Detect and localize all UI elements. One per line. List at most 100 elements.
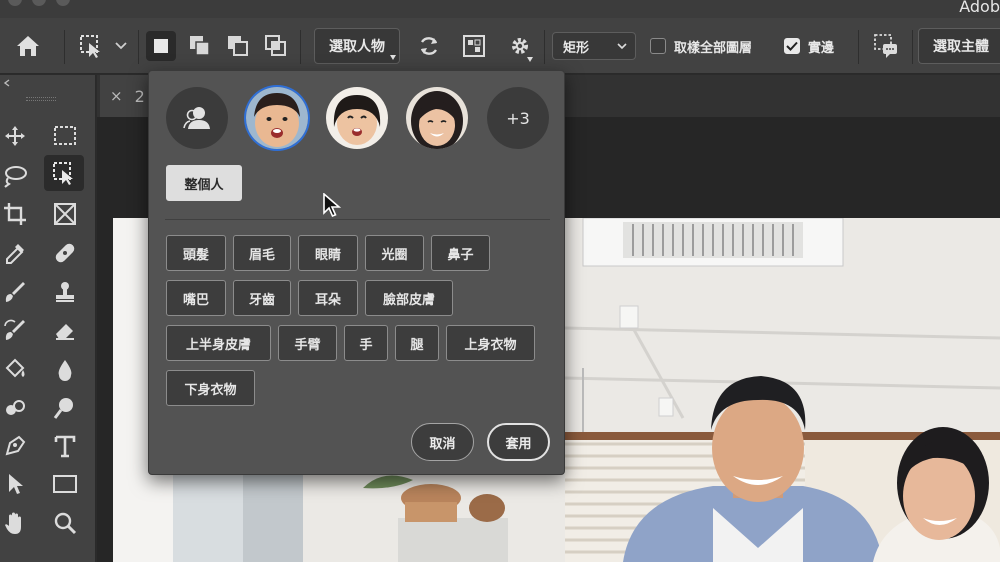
part-lower-clothing-button[interactable]: 下身衣物 xyxy=(166,370,255,406)
healing-brush-tool[interactable] xyxy=(50,238,80,268)
part-label: 眼睛 xyxy=(314,247,341,263)
home-icon xyxy=(17,36,39,56)
part-eyebrows-button[interactable]: 眉毛 xyxy=(233,235,291,271)
drop-icon xyxy=(58,360,72,381)
person-avatar-boy[interactable] xyxy=(246,87,308,149)
all-people-avatar[interactable] xyxy=(166,87,228,149)
part-hands-button[interactable]: 手 xyxy=(344,325,388,361)
collapse-arrow-icon xyxy=(3,79,10,87)
new-selection-icon xyxy=(154,39,168,53)
whole-person-button[interactable]: 整個人 xyxy=(166,165,242,201)
chevron-down-icon xyxy=(617,43,627,50)
part-ears-button[interactable]: 耳朵 xyxy=(298,280,358,316)
type-tool[interactable] xyxy=(50,431,80,461)
tool-preset-chevron[interactable] xyxy=(112,18,130,74)
home-button[interactable] xyxy=(12,18,44,74)
part-teeth-button[interactable]: 牙齒 xyxy=(233,280,291,316)
new-selection-mode[interactable] xyxy=(145,18,177,74)
object-selection-tool-preset[interactable] xyxy=(76,18,106,74)
crop-tool[interactable] xyxy=(0,199,30,229)
selection-feedback-icon xyxy=(874,34,897,58)
part-mouth-button[interactable]: 嘴巴 xyxy=(166,280,226,316)
select-and-mask-feedback-button[interactable] xyxy=(868,18,904,74)
move-tool[interactable] xyxy=(0,121,30,151)
tools-panel xyxy=(0,75,96,562)
intersect-selection-icon xyxy=(265,35,286,56)
eraser-tool[interactable] xyxy=(50,315,80,345)
object-selection-icon xyxy=(80,35,100,58)
mask-overlay-button[interactable] xyxy=(459,18,489,74)
part-legs-button[interactable]: 腿 xyxy=(395,325,439,361)
lasso-icon xyxy=(4,166,27,188)
part-label: 手 xyxy=(359,337,373,353)
history-brush-tool[interactable] xyxy=(0,315,30,345)
select-people-button[interactable]: 選取人物 xyxy=(314,28,400,64)
apply-button[interactable]: 套用 xyxy=(487,423,550,461)
hand-tool[interactable] xyxy=(0,508,30,538)
sample-all-layers-checkbox[interactable] xyxy=(650,38,666,54)
part-label: 手臂 xyxy=(294,337,321,353)
part-upper-clothing-button[interactable]: 上身衣物 xyxy=(446,325,535,361)
part-eyes-button[interactable]: 眼睛 xyxy=(298,235,358,271)
person-avatar-woman[interactable] xyxy=(406,87,468,149)
intersect-selection-mode[interactable] xyxy=(260,18,292,74)
blur-tool[interactable] xyxy=(50,355,80,385)
dodge-tool[interactable] xyxy=(0,393,30,423)
object-selection-tool[interactable] xyxy=(44,155,84,191)
part-label: 臉部皮膚 xyxy=(382,292,435,308)
paint-bucket-tool[interactable] xyxy=(0,355,30,385)
bandage-icon xyxy=(55,243,75,263)
brush-tool[interactable] xyxy=(0,277,30,307)
frame-tool[interactable] xyxy=(50,199,80,229)
marquee-tool[interactable] xyxy=(50,121,80,151)
part-label: 腿 xyxy=(410,337,424,353)
subtract-selection-mode[interactable] xyxy=(222,18,254,74)
part-upper-body-skin-button[interactable]: 上半身皮膚 xyxy=(166,325,271,361)
select-subject-button[interactable]: 選取主體 xyxy=(918,28,1000,64)
panel-grip[interactable] xyxy=(26,97,56,101)
refresh-button[interactable] xyxy=(414,18,444,74)
sponge-tool[interactable] xyxy=(50,393,80,423)
cancel-button[interactable]: 取消 xyxy=(411,423,474,461)
window-minimize-dot[interactable] xyxy=(32,0,46,6)
mode-select[interactable]: 矩形 xyxy=(552,32,636,60)
rectangle-tool[interactable] xyxy=(50,469,80,499)
window-close-dot[interactable] xyxy=(8,0,22,6)
window-zoom-dot[interactable] xyxy=(56,0,70,6)
part-hair-button[interactable]: 頭髮 xyxy=(166,235,226,271)
part-label: 牙齒 xyxy=(248,292,275,308)
options-bar: 選取人物 矩形 取樣全部圖層 實邊 選取主體 xyxy=(0,18,1000,74)
person-avatar-girl[interactable] xyxy=(326,87,388,149)
subtract-selection-icon xyxy=(228,36,248,56)
mouse-cursor-icon xyxy=(323,193,342,218)
document-tab-label: 2 xyxy=(134,86,145,106)
whole-person-label: 整個人 xyxy=(184,177,224,193)
part-iris-button[interactable]: 光圈 xyxy=(365,235,424,271)
hand-icon xyxy=(5,512,21,534)
mask-overlay-icon xyxy=(463,35,485,57)
gear-icon xyxy=(512,38,528,54)
path-selection-tool[interactable] xyxy=(0,469,30,499)
pen-tool[interactable] xyxy=(0,431,30,461)
part-label: 耳朵 xyxy=(314,292,341,308)
magnifier-pin-icon xyxy=(53,398,73,419)
part-label: 上半身皮膚 xyxy=(185,337,251,353)
part-facial-skin-button[interactable]: 臉部皮膚 xyxy=(365,280,453,316)
settings-button[interactable] xyxy=(503,18,537,74)
object-selection-icon xyxy=(53,162,73,185)
crop-icon xyxy=(4,203,26,225)
hard-edge-label: 實邊 xyxy=(808,40,835,56)
part-nose-button[interactable]: 鼻子 xyxy=(431,235,490,271)
more-people-button[interactable]: +3 xyxy=(487,87,549,149)
dropdown-corner-icon xyxy=(390,55,396,60)
zoom-tool[interactable] xyxy=(50,508,80,538)
cancel-label: 取消 xyxy=(429,436,456,452)
close-tab-icon[interactable]: × xyxy=(110,87,123,105)
lasso-tool[interactable] xyxy=(0,161,30,191)
add-selection-mode[interactable] xyxy=(184,18,216,74)
eyedropper-tool[interactable] xyxy=(0,238,30,268)
eyedropper-icon xyxy=(6,244,24,264)
part-arms-button[interactable]: 手臂 xyxy=(278,325,337,361)
hard-edge-checkbox[interactable] xyxy=(784,38,800,54)
stamp-tool[interactable] xyxy=(50,277,80,307)
